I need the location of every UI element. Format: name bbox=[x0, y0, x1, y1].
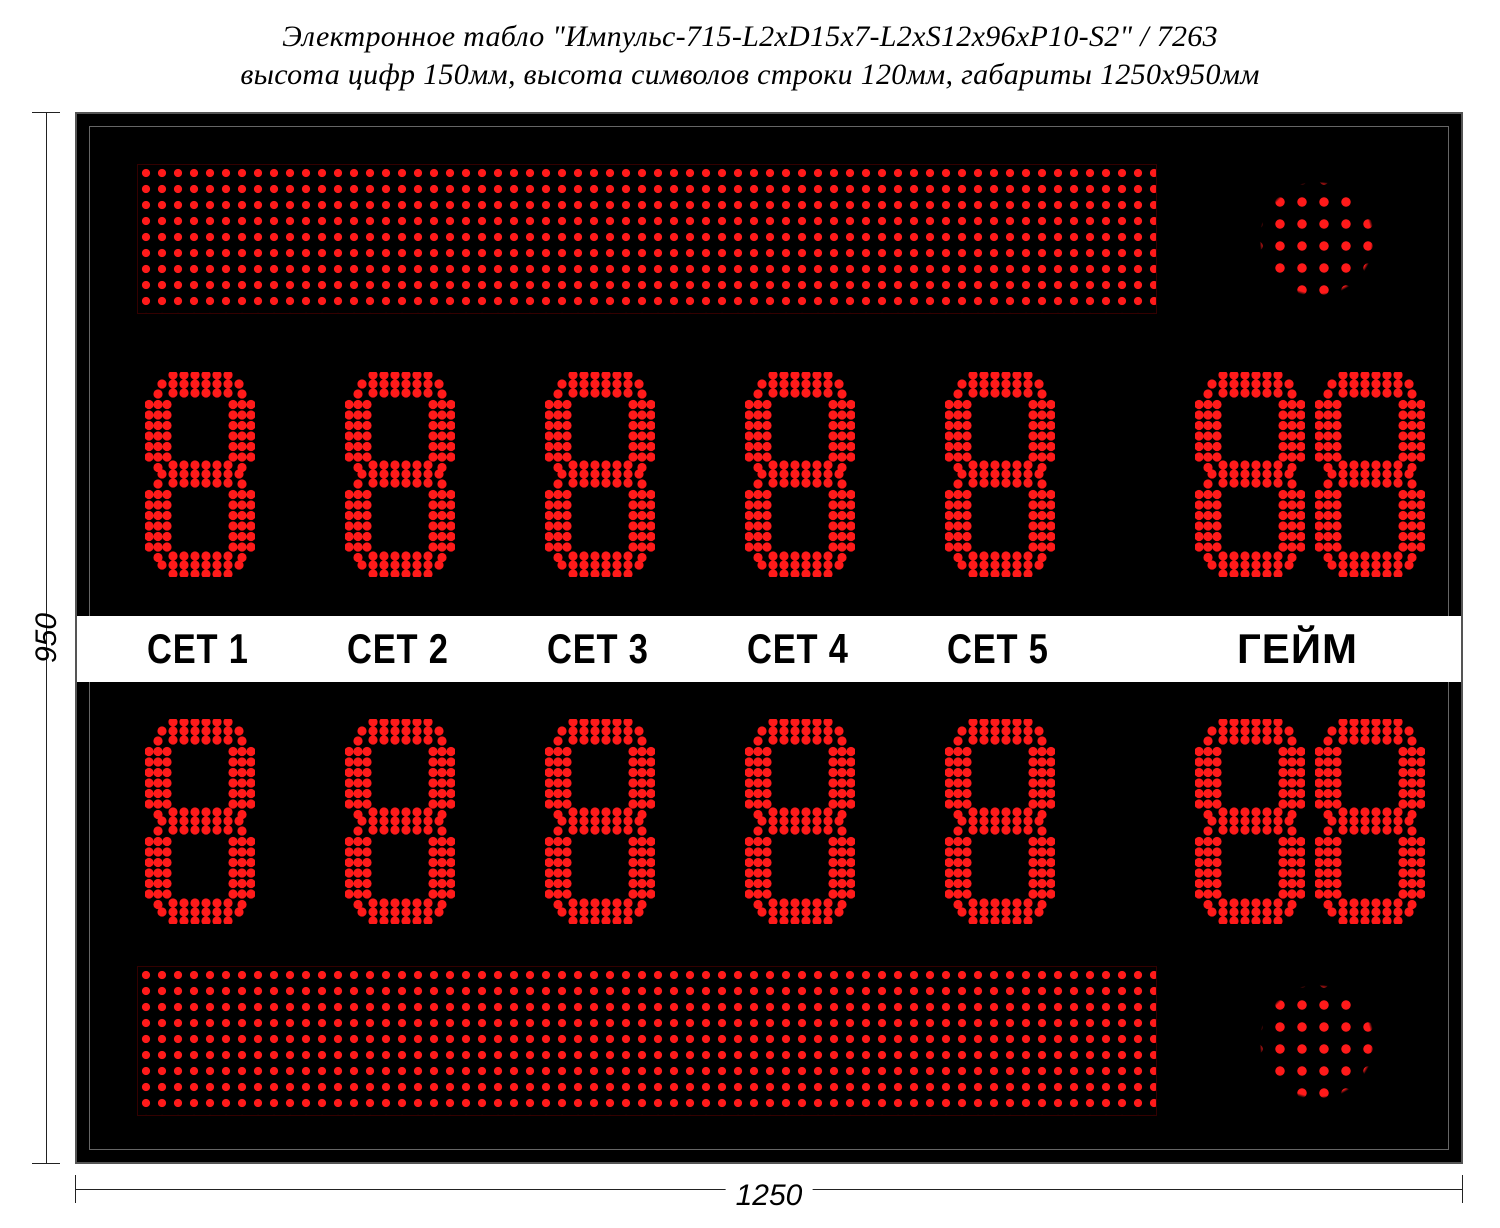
label-set4: СЕТ 4 bbox=[747, 625, 849, 673]
label-set3: СЕТ 3 bbox=[547, 625, 649, 673]
seven-seg-digit bbox=[1195, 372, 1305, 577]
dimension-horizontal: 1250 bbox=[75, 1175, 1463, 1205]
label-set1: СЕТ 1 bbox=[147, 625, 249, 673]
seven-seg-digit bbox=[345, 372, 455, 577]
header-line-2: высота цифр 150мм, высота символов строк… bbox=[0, 56, 1500, 94]
seven-seg-digit bbox=[945, 372, 1055, 577]
seven-seg-digit bbox=[1315, 719, 1425, 924]
dimension-vertical: 950 bbox=[32, 112, 62, 1164]
seven-seg-digit bbox=[545, 719, 655, 924]
digit-row-upper bbox=[77, 372, 1461, 577]
led-text-strip-bottom bbox=[137, 966, 1157, 1116]
seven-seg-digit bbox=[745, 372, 855, 577]
seven-seg-digit bbox=[745, 719, 855, 924]
seven-seg-digit bbox=[145, 372, 255, 577]
seven-seg-digit bbox=[1195, 719, 1305, 924]
seven-seg-digit bbox=[1315, 372, 1425, 577]
label-set2: СЕТ 2 bbox=[347, 625, 449, 673]
seven-seg-digit bbox=[545, 372, 655, 577]
led-text-strip-top bbox=[137, 164, 1157, 314]
dimension-width-label: 1250 bbox=[726, 1179, 813, 1213]
speaker-indicator-bottom bbox=[1247, 972, 1387, 1112]
speaker-indicator-top bbox=[1247, 169, 1387, 309]
digit-row-lower bbox=[77, 719, 1461, 924]
label-game: ГЕЙМ bbox=[1237, 625, 1358, 673]
dimension-height-label: 950 bbox=[30, 613, 64, 663]
seven-seg-digit bbox=[345, 719, 455, 924]
seven-seg-digit bbox=[145, 719, 255, 924]
label-set5: СЕТ 5 bbox=[947, 625, 1049, 673]
seven-seg-digit bbox=[945, 719, 1055, 924]
label-strip: СЕТ 1 СЕТ 2 СЕТ 3 СЕТ 4 СЕТ 5 ГЕЙМ bbox=[77, 616, 1461, 682]
header-line-1: Электронное табло "Импульс-715-L2xD15x7-… bbox=[0, 18, 1500, 56]
scoreboard: СЕТ 1 СЕТ 2 СЕТ 3 СЕТ 4 СЕТ 5 ГЕЙМ bbox=[75, 112, 1463, 1164]
